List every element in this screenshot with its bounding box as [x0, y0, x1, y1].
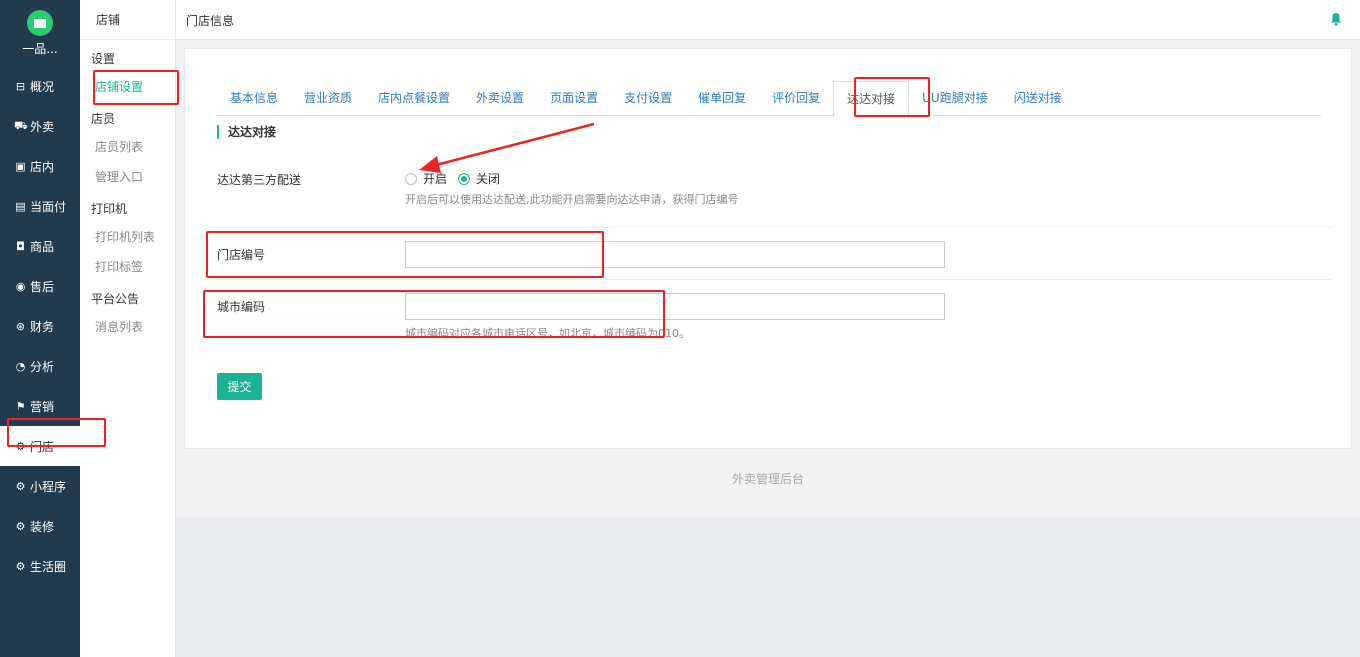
nav-item-decoration[interactable]: ⚙ 装修 [0, 506, 80, 546]
top-bar: 门店信息 [176, 0, 1360, 40]
brand-name: 一品... [22, 42, 58, 56]
footer-text: 外卖管理后台 [731, 472, 804, 486]
city-code-input[interactable] [405, 293, 945, 320]
store-no-input[interactable] [405, 241, 945, 268]
gear-icon: ⚙ [15, 479, 26, 493]
nav-item-lifecircle[interactable]: ⚙ 生活圈 [0, 546, 80, 586]
submit-button[interactable]: 提交 [217, 373, 262, 400]
sub-item-message-list[interactable]: 消息列表 [80, 312, 175, 342]
nav-item-instore[interactable]: ▣ 店内 [0, 146, 80, 186]
tab-bar: 基本信息 营业资质 店内点餐设置 外卖设置 页面设置 支付设置 催单回复 评价回… [217, 81, 1321, 117]
gear-icon: ⚙ [15, 559, 26, 573]
tab-dada[interactable]: 达达对接 [833, 81, 910, 117]
payment-icon: ▤ [15, 199, 26, 213]
nav-item-takeout[interactable]: ⛟ 外卖 [0, 106, 80, 146]
bell-icon[interactable] [1330, 12, 1342, 26]
sub-item-print-label[interactable]: 打印标签 [80, 252, 175, 282]
sub-group-settings: 设置 [91, 52, 116, 66]
tab-qualification[interactable]: 营业资质 [291, 81, 365, 116]
sub-menu-title: 店铺 [80, 0, 175, 40]
analysis-icon: ◔ [15, 359, 26, 373]
tab-page-settings[interactable]: 页面设置 [537, 81, 611, 116]
sub-item-manage-entry[interactable]: 管理入口 [80, 162, 175, 192]
nav-item-overview[interactable]: ⊟ 概况 [0, 66, 80, 106]
section-title: 达达对接 [217, 125, 276, 139]
sub-menu: 店铺 设置 店铺设置 店员 店员列表 管理入口 打印机 打印机列表 打印标签 平… [80, 0, 176, 657]
delivery-label: 达达第三方配送 [217, 173, 302, 187]
tab-payment-settings[interactable]: 支付设置 [611, 81, 685, 116]
sub-group-printer: 打印机 [91, 202, 128, 216]
aftersale-icon: ◉ [15, 279, 26, 293]
main-nav: 一品... ⊟ 概况 ⛟ 外卖 ▣ 店内 ▤ 当面付 ◘ 商品 ◉ 售后 ⊛ 财务 ◔ 分析 ⚑… [0, 0, 80, 657]
gear-icon: ⚙ [15, 439, 26, 453]
divider [205, 279, 1333, 280]
sub-item-store-settings[interactable]: 店铺设置 [80, 72, 175, 102]
sub-group-notice: 平台公告 [91, 292, 140, 306]
radio-off-circle [458, 172, 470, 185]
finance-icon: ⊛ [15, 319, 26, 333]
tab-basic-info[interactable]: 基本信息 [217, 81, 291, 116]
sub-item-printer-list[interactable]: 打印机列表 [80, 222, 175, 252]
brand-logo-icon [27, 10, 53, 36]
store-icon: ▣ [15, 159, 26, 173]
gear-icon: ⚙ [15, 519, 26, 533]
radio-on[interactable]: 开启 [405, 170, 447, 187]
nav-item-finance[interactable]: ⊛ 财务 [0, 306, 80, 346]
nav-item-miniprogram[interactable]: ⚙ 小程序 [0, 466, 80, 506]
form-card: 基本信息 营业资质 店内点餐设置 外卖设置 页面设置 支付设置 催单回复 评价回… [184, 48, 1352, 449]
tab-shansong[interactable]: 闪送对接 [1001, 81, 1075, 116]
tab-reminder-reply[interactable]: 催单回复 [685, 81, 759, 116]
tab-review-reply[interactable]: 评价回复 [759, 81, 833, 116]
divider [205, 227, 1333, 228]
dashboard-icon: ⊟ [15, 79, 26, 93]
radio-on-circle [405, 172, 417, 185]
nav-item-goods[interactable]: ◘ 商品 [0, 226, 80, 266]
sub-item-staff-list[interactable]: 店员列表 [80, 132, 175, 162]
nav-item-facepay[interactable]: ▤ 当面付 [0, 186, 80, 226]
marketing-icon: ⚑ [15, 399, 26, 413]
page-title: 门店信息 [186, 14, 235, 28]
nav-item-store[interactable]: ⚙ 门店 [0, 426, 80, 466]
nav-item-analysis[interactable]: ◔ 分析 [0, 346, 80, 386]
store-no-label: 门店编号 [217, 248, 266, 262]
city-code-help: 城市编码对应各城市电话区号，如北京，城市编码为010。 [405, 327, 690, 340]
nav-item-aftersale[interactable]: ◉ 售后 [0, 266, 80, 306]
delivery-icon: ⛟ [14, 118, 28, 132]
nav-list: ⊟ 概况 ⛟ 外卖 ▣ 店内 ▤ 当面付 ◘ 商品 ◉ 售后 ⊛ 财务 ◔ 分析 ⚑ 营销 ⚙ 门店… [0, 66, 80, 586]
nav-item-marketing[interactable]: ⚑ 营销 [0, 386, 80, 426]
sub-group-staff: 店员 [91, 112, 116, 126]
delivery-help: 开启后可以使用达达配送,此功能开启需要向达达申请，获得门店编号 [405, 193, 739, 206]
city-code-label: 城市编码 [217, 300, 266, 314]
radio-off[interactable]: 关闭 [458, 170, 500, 187]
tab-takeout-settings[interactable]: 外卖设置 [463, 81, 537, 116]
goods-icon: ◘ [16, 239, 25, 253]
tab-instore-order[interactable]: 店内点餐设置 [365, 81, 463, 116]
brand: 一品... [0, 0, 80, 66]
tab-uu[interactable]: UU跑腿对接 [909, 81, 1001, 116]
